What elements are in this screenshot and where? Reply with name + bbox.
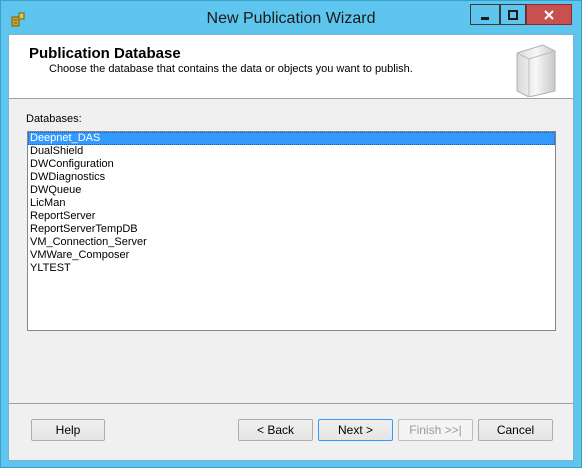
list-item[interactable]: DualShield [28, 145, 555, 158]
finish-button: Finish >>| [398, 419, 473, 441]
list-item[interactable]: VM_Connection_Server [28, 236, 555, 249]
title-bar[interactable]: New Publication Wizard [1, 1, 581, 35]
list-item[interactable]: VMWare_Composer [28, 249, 555, 262]
wizard-window: New Publication Wizard Publication Datab… [0, 0, 582, 468]
wizard-client-area: Publication Database Choose the database… [8, 34, 574, 461]
list-item[interactable]: Deepnet_DAS [28, 132, 555, 145]
list-item[interactable]: ReportServer [28, 210, 555, 223]
maximize-button[interactable] [500, 4, 526, 25]
minimize-icon [481, 16, 489, 20]
close-icon [544, 9, 554, 20]
wizard-body: Databases: Deepnet_DAS DualShield DWConf… [9, 99, 573, 403]
list-item[interactable]: YLTEST [28, 262, 555, 275]
cancel-button[interactable]: Cancel [478, 419, 553, 441]
page-title: Publication Database [29, 45, 181, 62]
databases-listbox[interactable]: Deepnet_DAS DualShield DWConfiguration D… [27, 131, 556, 331]
list-item[interactable]: DWConfiguration [28, 158, 555, 171]
list-item[interactable]: DWDiagnostics [28, 171, 555, 184]
back-button[interactable]: < Back [238, 419, 313, 441]
minimize-button[interactable] [470, 4, 500, 25]
databases-label: Databases: [26, 113, 82, 125]
maximize-icon [508, 9, 518, 20]
page-subtitle: Choose the database that contains the da… [49, 63, 413, 75]
help-button[interactable]: Help [31, 419, 105, 441]
list-item[interactable]: ReportServerTempDB [28, 223, 555, 236]
next-button[interactable]: Next > [318, 419, 393, 441]
wizard-footer: Help < Back Next > Finish >>| Cancel [9, 404, 573, 460]
list-item[interactable]: LicMan [28, 197, 555, 210]
database-illustration-icon [516, 44, 556, 97]
close-button[interactable] [526, 4, 572, 25]
list-item[interactable]: DWQueue [28, 184, 555, 197]
page-header: Publication Database Choose the database… [9, 35, 573, 99]
